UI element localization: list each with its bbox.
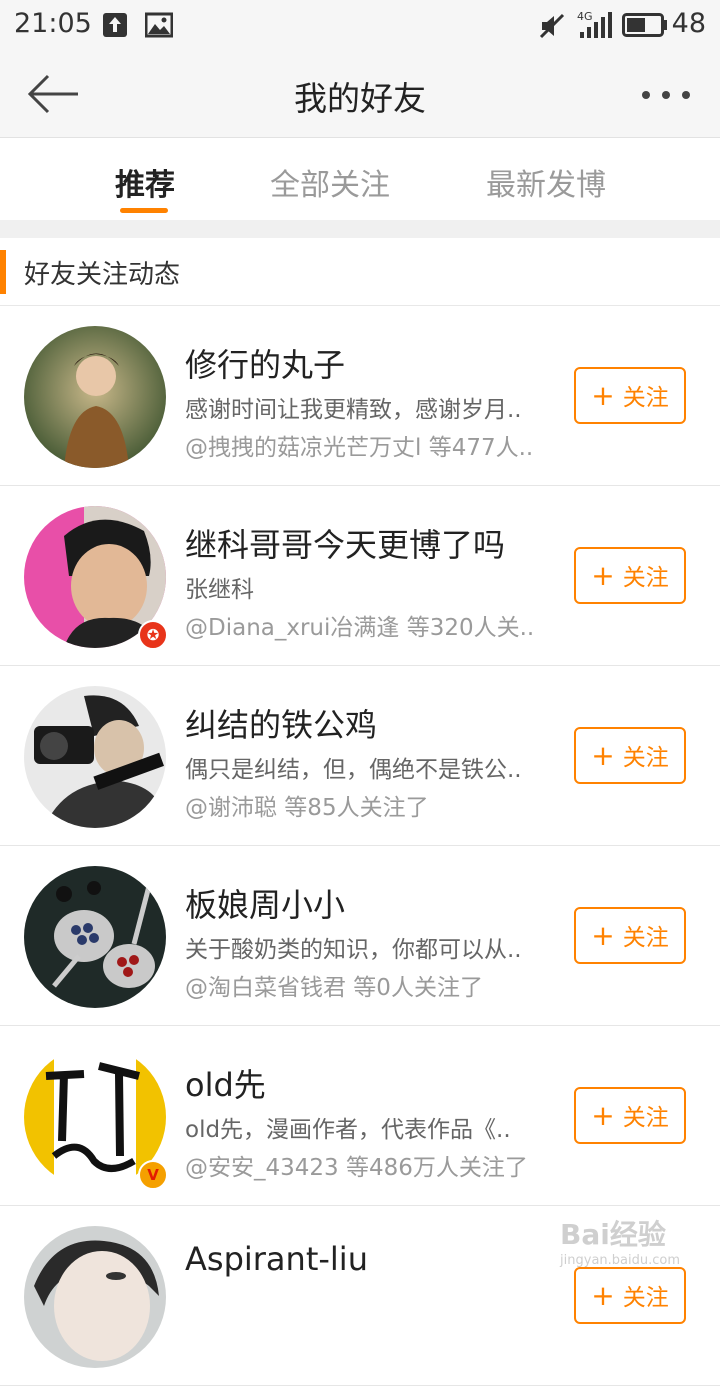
user-name[interactable]: 纠结的铁公鸡: [185, 700, 377, 746]
signal-icon: [580, 12, 612, 38]
user-description: 偶只是纠结，但，偶绝不是铁公..: [185, 757, 522, 783]
watermark-url: jingyan.baidu.com: [560, 1253, 680, 1268]
list-item[interactable]: 纠结的铁公鸡 偶只是纠结，但，偶绝不是铁公.. @谢沛聪 等85人关注了 + 关注: [0, 666, 720, 846]
status-time: 21:05: [14, 8, 92, 39]
followed-by-info: @谢沛聪 等85人关注了: [185, 795, 429, 821]
title-bar: 我的好友: [0, 50, 720, 138]
plus-icon: +: [591, 919, 615, 952]
follow-label: 关注: [622, 385, 669, 411]
watermark-brand: Bai经验: [560, 1218, 666, 1251]
follow-button[interactable]: + 关注: [574, 367, 686, 424]
follow-button[interactable]: + 关注: [574, 1087, 686, 1144]
verified-v-badge: V: [138, 1160, 168, 1190]
follow-button[interactable]: + 关注: [574, 547, 686, 604]
user-description: 关于酸奶类的知识，你都可以从..: [185, 937, 522, 963]
plus-icon: +: [591, 379, 615, 412]
followed-by-info: @淘白菜省钱君 等0人关注了: [185, 975, 483, 1001]
tab-recommended[interactable]: 推荐: [115, 160, 175, 204]
status-bar: 21:05 4G 48: [0, 0, 720, 50]
follow-label: 关注: [622, 1285, 669, 1311]
plus-icon: +: [591, 1279, 615, 1312]
followed-by-info: @安安_43423 等486万人关注了: [185, 1155, 528, 1181]
list-item[interactable]: 板娘周小小 关于酸奶类的知识，你都可以从.. @淘白菜省钱君 等0人关注了 + 关…: [0, 846, 720, 1026]
baidu-watermark: Bai经验 jingyan.baidu.com: [560, 1213, 680, 1268]
followed-by-info: @Diana_xrui冶满逢 等320人关..: [185, 615, 535, 641]
user-name[interactable]: 修行的丸子: [185, 340, 345, 386]
follow-button[interactable]: + 关注: [574, 907, 686, 964]
follow-label: 关注: [622, 565, 669, 591]
tab-latest-posts[interactable]: 最新发博: [486, 160, 606, 204]
list-item[interactable]: 修行的丸子 感谢时间让我更精致，感谢岁月.. @拽拽的菇凉光芒万丈l 等477人…: [0, 306, 720, 486]
list-item[interactable]: V old先 old先，漫画作者，代表作品《.. @安安_43423 等486万…: [0, 1026, 720, 1206]
upload-icon: [103, 13, 127, 37]
avatar[interactable]: [24, 686, 166, 828]
battery-icon: [622, 13, 667, 37]
follow-button[interactable]: + 关注: [574, 727, 686, 784]
active-tab-indicator: [120, 208, 168, 213]
avatar[interactable]: [24, 326, 166, 468]
section-header: 好友关注动态: [0, 238, 720, 306]
avatar[interactable]: [24, 1226, 166, 1368]
plus-icon: +: [591, 559, 615, 592]
followed-by-info: @拽拽的菇凉光芒万丈l 等477人..: [185, 435, 534, 461]
follow-label: 关注: [622, 745, 669, 771]
mute-icon: [539, 13, 565, 39]
user-name[interactable]: old先: [185, 1060, 266, 1106]
page-title: 我的好友: [294, 79, 426, 118]
list-item[interactable]: ✪ 继科哥哥今天更博了吗 张继科 @Diana_xrui冶满逢 等320人关..…: [0, 486, 720, 666]
follow-button[interactable]: + 关注: [574, 1267, 686, 1324]
section-divider: [0, 220, 720, 238]
image-icon: [145, 12, 173, 38]
badge-v-text: V: [147, 1166, 159, 1184]
user-name[interactable]: Aspirant-liu: [185, 1240, 368, 1278]
plus-icon: +: [591, 1099, 615, 1132]
battery-level: 48: [671, 8, 706, 39]
tab-bar: 推荐 全部关注 最新发博: [0, 138, 720, 220]
user-name[interactable]: 继科哥哥今天更博了吗: [185, 520, 505, 566]
user-description: 感谢时间让我更精致，感谢岁月..: [185, 397, 522, 423]
user-description: old先，漫画作者，代表作品《..: [185, 1117, 511, 1143]
section-title: 好友关注动态: [24, 260, 181, 290]
section-accent-bar: [0, 250, 6, 294]
user-name[interactable]: 板娘周小小: [185, 880, 345, 926]
plus-icon: +: [591, 739, 615, 772]
follow-label: 关注: [622, 925, 669, 951]
star-icon: ✪: [146, 626, 160, 644]
user-description: 张继科: [185, 577, 254, 603]
tab-all-following[interactable]: 全部关注: [270, 160, 390, 204]
follow-label: 关注: [622, 1105, 669, 1131]
verified-star-badge: ✪: [138, 620, 168, 650]
avatar[interactable]: [24, 866, 166, 1008]
more-dots-icon[interactable]: [638, 80, 694, 110]
